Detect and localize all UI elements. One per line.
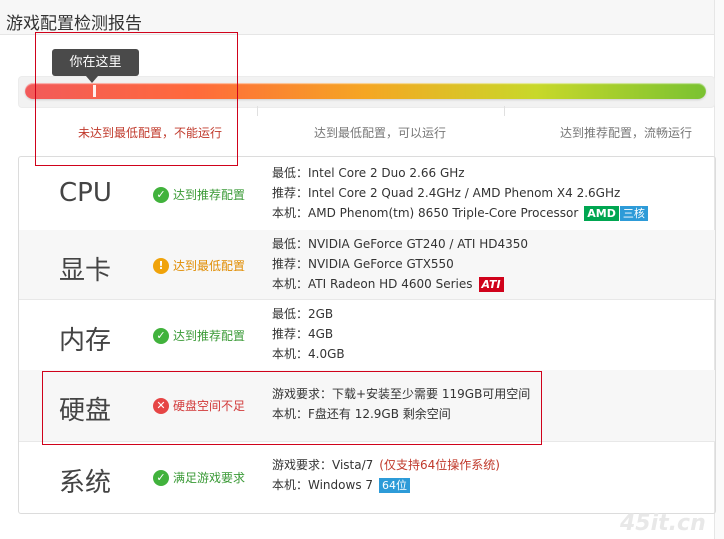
detail-rec: 推荐：Intel Core 2 Quad 2.4GHz / AMD Phenom… <box>272 186 621 200</box>
detail-local: 本机：ATI Radeon HD 4600 Series ATI <box>272 274 528 294</box>
status-badge: ✓ 满足游戏要求 <box>153 469 245 486</box>
level-tick-min <box>257 106 258 116</box>
config-table: CPU ✓ 达到推荐配置 最低：Intel Core 2 Duo 2.66 GH… <box>18 156 716 514</box>
status-badge: ! 达到最低配置 <box>153 257 245 274</box>
ati-logo-badge: ATI <box>478 276 504 292</box>
check-icon: ✓ <box>153 186 169 203</box>
highlight-box-level <box>35 32 238 166</box>
warning-icon: ! <box>153 257 169 274</box>
status-text: 达到推荐配置 <box>173 188 246 202</box>
status-badge: ✓ 达到推荐配置 <box>153 327 245 344</box>
row-gpu: 显卡 ! 达到最低配置 最低：NVIDIA GeForce GT240 / AT… <box>19 230 715 300</box>
status-badge: ✓ 达到推荐配置 <box>153 186 245 203</box>
item-name: CPU <box>59 178 112 208</box>
status-text: 达到推荐配置 <box>173 329 246 343</box>
core-count-badge: 三核 <box>619 205 648 221</box>
highlight-box-disk <box>42 371 542 445</box>
details: 最低：NVIDIA GeForce GT240 / ATI HD4350 推荐：… <box>272 234 528 294</box>
page-header: 游戏配置检测报告 <box>0 0 714 35</box>
status-text: 满足游戏要求 <box>173 471 246 485</box>
details: 最低：Intel Core 2 Duo 2.66 GHz 推荐：Intel Co… <box>272 163 648 223</box>
details: 最低：2GB 推荐：4GB 本机：4.0GB <box>272 304 345 364</box>
amd-logo-badge: AMD <box>584 205 619 221</box>
status-text: 达到最低配置 <box>173 259 246 273</box>
level-label-min: 达到最低配置，可以运行 <box>314 126 447 140</box>
detail-local: 本机：Windows 7 64位 <box>272 475 500 495</box>
detail-rec: 推荐：4GB <box>272 327 334 341</box>
detail-min: 最低：Intel Core 2 Duo 2.66 GHz <box>272 166 465 180</box>
details: 游戏要求：Vista/7 (仅支持64位操作系统) 本机：Windows 7 6… <box>272 455 500 495</box>
detail-requirement: 游戏要求：Vista/7 (仅支持64位操作系统) <box>272 455 500 475</box>
item-name: 显卡 <box>59 256 112 286</box>
detail-local: 本机：AMD Phenom(tm) 8650 Triple-Core Proce… <box>272 203 648 223</box>
level-tick-rec <box>504 106 505 116</box>
level-label-recommended: 达到推荐配置，流畅运行 <box>560 126 693 140</box>
os-note: (仅支持64位操作系统) <box>379 458 500 472</box>
row-os: 系统 ✓ 满足游戏要求 游戏要求：Vista/7 (仅支持64位操作系统) 本机… <box>19 441 715 513</box>
row-cpu: CPU ✓ 达到推荐配置 最低：Intel Core 2 Duo 2.66 GH… <box>19 157 715 231</box>
64bit-badge: 64位 <box>379 477 411 493</box>
row-memory: 内存 ✓ 达到推荐配置 最低：2GB 推荐：4GB 本机：4.0GB <box>19 299 715 371</box>
page-title: 游戏配置检测报告 <box>6 14 142 34</box>
watermark: 45it.cn <box>620 511 706 536</box>
item-name: 内存 <box>59 326 112 356</box>
item-name: 系统 <box>59 468 112 498</box>
detail-min: 最低：2GB <box>272 307 334 321</box>
check-icon: ✓ <box>153 327 169 344</box>
detail-min: 最低：NVIDIA GeForce GT240 / ATI HD4350 <box>272 237 529 251</box>
detail-local: 本机：4.0GB <box>272 347 345 361</box>
detail-rec: 推荐：NVIDIA GeForce GTX550 <box>272 257 454 271</box>
check-icon: ✓ <box>153 469 169 486</box>
